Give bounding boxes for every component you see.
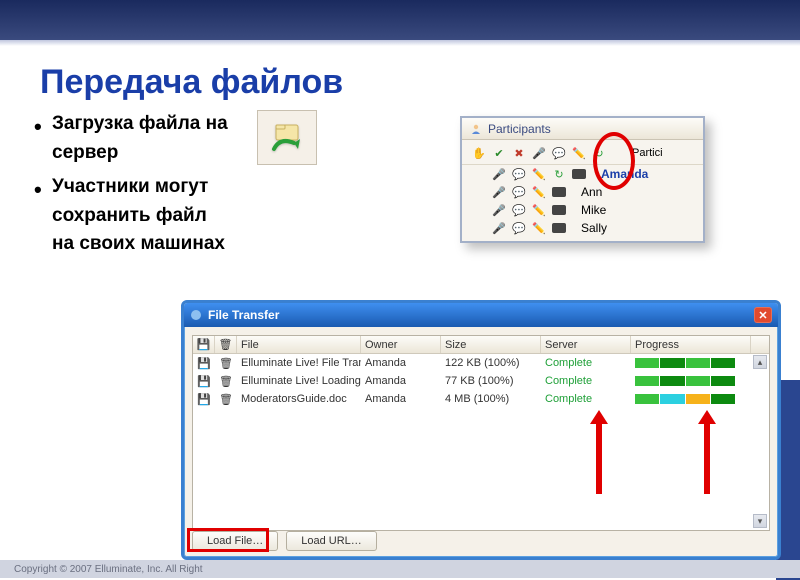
camera-icon [572,169,586,179]
load-url-button[interactable]: Load URL… [286,531,377,551]
participants-column-label: Partici [632,146,663,160]
table-row[interactable]: 💾 🗑 Elluminate Live! Loading Presentatio… [193,372,769,390]
participants-header: Participants [462,118,703,140]
scroll-up-button[interactable]: ▴ [753,355,767,369]
mic-icon: 🎤 [532,146,546,160]
chat-icon: 💬 [552,146,566,160]
column-size[interactable]: Size [441,336,541,353]
cell-owner: Amanda [361,390,441,408]
delete-icon[interactable]: 🗑 [215,390,237,408]
cell-file: Elluminate Live! Loading Presentations… [237,372,361,390]
save-icon[interactable]: 💾 [193,390,215,408]
load-file-button[interactable]: Load File… [192,531,278,551]
delete-icon[interactable]: 🗑 [215,372,237,390]
column-server[interactable]: Server [541,336,631,353]
cell-size: 77 KB (100%) [441,372,541,390]
transfer-icon: ↻ [592,146,606,160]
mic-icon: 🎤 [492,203,506,217]
cell-progress [631,390,751,408]
cell-owner: Amanda [361,372,441,390]
slide-title: Передача файлов [40,63,343,102]
slide-footer: Copyright © 2007 Elluminate, Inc. All Ri… [0,560,800,578]
camera-icon [552,205,566,215]
file-transfer-window: File Transfer ✕ 💾 🗑 File Owner Size Serv… [181,300,781,560]
cell-size: 4 MB (100%) [441,390,541,408]
participant-row[interactable]: 🎤 💬 ✏️ Ann [462,183,703,201]
slide-bullet: Участники могут сохранить файл на своих … [30,173,230,259]
cell-file: ModeratorsGuide.doc [237,390,361,408]
chat-icon: 💬 [512,221,526,235]
footer-copyright: Copyright © 2007 Elluminate, Inc. All Ri… [14,564,203,575]
check-icon: ✔ [492,146,506,160]
column-owner[interactable]: Owner [361,336,441,353]
participant-row[interactable]: 🎤 💬 ✏️ ↻ Amanda [462,165,703,183]
table-header-row: 💾 🗑 File Owner Size Server Progress [193,336,769,354]
participant-name: Amanda [601,167,648,181]
file-transfer-titlebar[interactable]: File Transfer ✕ [184,303,778,327]
participant-row[interactable]: 🎤 💬 ✏️ Sally [462,219,703,237]
pen-icon: ✏️ [532,221,546,235]
mic-icon: 🎤 [492,221,506,235]
app-icon [190,309,202,321]
participants-icon [470,123,482,135]
hand-icon: ✋ [472,146,486,160]
transfer-icon: ↻ [552,167,566,181]
chat-icon: 💬 [512,167,526,181]
upload-folder-icon [257,110,317,165]
camera-icon [552,223,566,233]
camera-icon [552,187,566,197]
cell-server: Complete [541,390,631,408]
save-icon[interactable]: 💾 [193,372,215,390]
chat-icon: 💬 [512,185,526,199]
participant-row[interactable]: 🎤 💬 ✏️ Mike [462,201,703,219]
table-row[interactable]: 💾 🗑 Elluminate Live! File Transfer Quick… [193,354,769,372]
pen-icon: ✏️ [572,146,586,160]
participant-name: Mike [581,203,606,217]
cell-file: Elluminate Live! File Transfer Quick Re… [237,354,361,372]
column-progress[interactable]: Progress [631,336,751,353]
cell-progress [631,354,751,372]
cell-size: 122 KB (100%) [441,354,541,372]
delete-column-icon: 🗑 [215,336,237,353]
pen-icon: ✏️ [532,167,546,181]
mic-icon: 🎤 [492,185,506,199]
participants-header-label: Participants [488,122,551,136]
cell-server: Complete [541,354,631,372]
participants-panel: Participants ✋ ✔ ✖ 🎤 💬 ✏️ ↻ Partici 🎤 💬 … [460,116,705,243]
save-icon[interactable]: 💾 [193,354,215,372]
cell-progress [631,372,751,390]
table-row[interactable]: 💾 🗑 ModeratorsGuide.doc Amanda 4 MB (100… [193,390,769,408]
slide-bullet-list: Загрузка файла на сервер Участники могут… [30,110,230,265]
cross-icon: ✖ [512,146,526,160]
chat-icon: 💬 [512,203,526,217]
cell-server: Complete [541,372,631,390]
cell-owner: Amanda [361,354,441,372]
mic-icon: 🎤 [492,167,506,181]
slide-top-band [0,0,800,40]
delete-icon[interactable]: 🗑 [215,354,237,372]
save-column-icon: 💾 [193,336,215,353]
participant-name: Sally [581,221,607,235]
pen-icon: ✏️ [532,185,546,199]
participants-toolbar: ✋ ✔ ✖ 🎤 💬 ✏️ ↻ Partici [462,144,703,165]
close-button[interactable]: ✕ [754,307,772,323]
participant-name: Ann [581,185,602,199]
file-transfer-table: 💾 🗑 File Owner Size Server Progress 💾 🗑 … [192,335,770,531]
slide-bullet: Загрузка файла на сервер [30,110,230,167]
scroll-down-button[interactable]: ▾ [753,514,767,528]
column-file[interactable]: File [237,336,361,353]
file-transfer-title: File Transfer [208,308,279,322]
camera-icon [612,146,626,160]
pen-icon: ✏️ [532,203,546,217]
